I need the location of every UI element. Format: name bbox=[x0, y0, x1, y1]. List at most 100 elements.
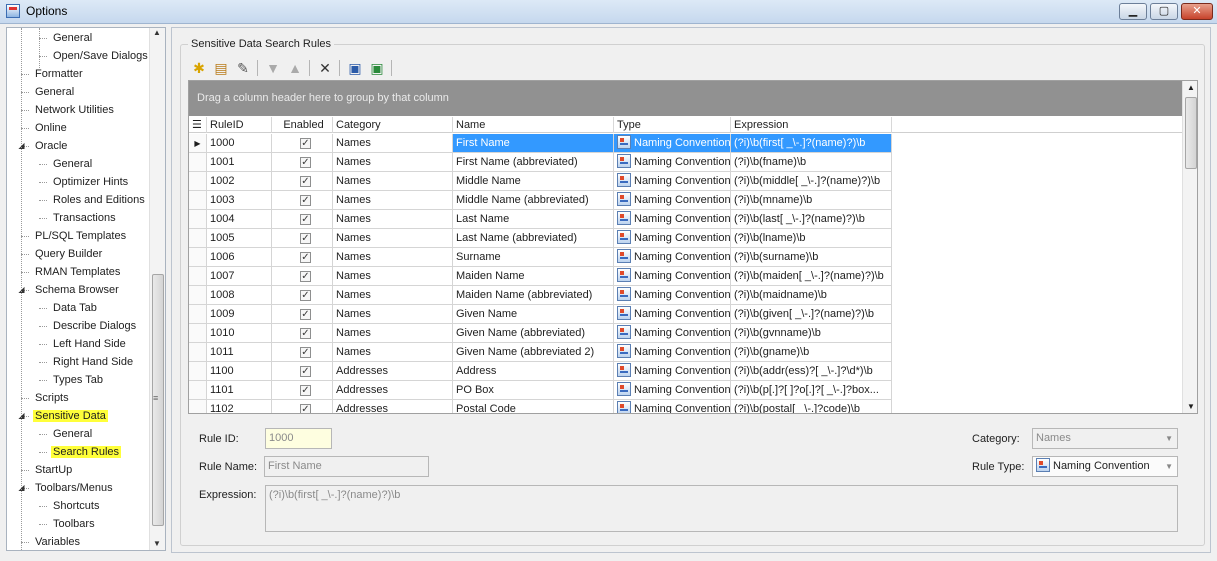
cell-enabled[interactable]: ✓ bbox=[272, 267, 333, 286]
cell-enabled[interactable]: ✓ bbox=[272, 324, 333, 343]
cell-enabled[interactable]: ✓ bbox=[272, 210, 333, 229]
enabled-checkbox[interactable]: ✓ bbox=[300, 176, 311, 187]
cell-enabled[interactable]: ✓ bbox=[272, 381, 333, 400]
close-button[interactable]: ✕ bbox=[1181, 3, 1213, 20]
row-indicator[interactable] bbox=[189, 153, 207, 172]
table-row[interactable]: 1010 ✓ Names Given Name (abbreviated) Naming… bbox=[189, 324, 892, 343]
chevron-down-icon[interactable]: ▼ bbox=[1165, 429, 1173, 448]
move-up-icon[interactable]: ▲ bbox=[285, 58, 305, 78]
table-row[interactable]: 1101 ✓ Addresses PO Box Naming Convention (?i… bbox=[189, 381, 892, 400]
enabled-checkbox[interactable]: ✓ bbox=[300, 366, 311, 377]
enabled-checkbox[interactable]: ✓ bbox=[300, 195, 311, 206]
tree-item[interactable]: Search Rules bbox=[51, 443, 122, 461]
tree-item[interactable]: Roles and Editions bbox=[51, 191, 147, 209]
tree-item[interactable]: Oracle bbox=[33, 137, 69, 155]
row-indicator[interactable]: ▶ bbox=[189, 134, 207, 153]
tree-scrollbar[interactable]: ▲ ≡ ▼ bbox=[149, 28, 165, 550]
tree-item[interactable]: Transactions bbox=[51, 209, 118, 227]
row-indicator[interactable] bbox=[189, 343, 207, 362]
rule-id-field[interactable]: 1000 bbox=[265, 428, 332, 449]
enabled-checkbox[interactable]: ✓ bbox=[300, 233, 311, 244]
cell-enabled[interactable]: ✓ bbox=[272, 343, 333, 362]
delete-rule-icon[interactable]: ✕ bbox=[315, 58, 335, 78]
paste-rule-icon[interactable]: ▤ bbox=[211, 58, 231, 78]
tree-item[interactable]: Right Hand Side bbox=[51, 353, 135, 371]
tree-item[interactable]: Optimizer Hints bbox=[51, 173, 130, 191]
enabled-checkbox[interactable]: ✓ bbox=[300, 309, 311, 320]
rule-name-field[interactable]: First Name bbox=[264, 456, 429, 477]
category-select[interactable]: Names ▼ bbox=[1032, 428, 1178, 449]
expression-field[interactable]: (?i)\b(first[ _\-.]?(name)?)\b bbox=[265, 485, 1178, 532]
tree-item[interactable]: General bbox=[51, 425, 94, 443]
enabled-checkbox[interactable]: ✓ bbox=[300, 157, 311, 168]
grid-scroll-thumb[interactable] bbox=[1185, 97, 1197, 169]
row-indicator[interactable] bbox=[189, 400, 207, 413]
tree-item[interactable]: General bbox=[51, 29, 94, 47]
table-row[interactable]: 1100 ✓ Addresses Address Naming Convention (?… bbox=[189, 362, 892, 381]
cell-enabled[interactable]: ✓ bbox=[272, 286, 333, 305]
scroll-down-icon[interactable]: ▼ bbox=[1187, 402, 1195, 411]
enabled-checkbox[interactable]: ✓ bbox=[300, 271, 311, 282]
cell-enabled[interactable]: ✓ bbox=[272, 172, 333, 191]
table-row[interactable]: 1008 ✓ Names Maiden Name (abbreviated) Namin… bbox=[189, 286, 892, 305]
cell-enabled[interactable]: ✓ bbox=[272, 191, 333, 210]
row-indicator[interactable] bbox=[189, 305, 207, 324]
scroll-up-icon[interactable]: ▲ bbox=[1187, 83, 1195, 92]
tree-item[interactable]: StartUp bbox=[33, 461, 74, 479]
table-row[interactable]: 1006 ✓ Names Surname Naming Convention (?i)\b… bbox=[189, 248, 892, 267]
enabled-checkbox[interactable]: ✓ bbox=[300, 328, 311, 339]
tree-item[interactable]: Toolbars/Menus bbox=[33, 479, 115, 497]
enabled-checkbox[interactable]: ✓ bbox=[300, 214, 311, 225]
table-row[interactable]: ▶ 1000 ✓ Names First Name Naming Convention (?… bbox=[189, 134, 892, 153]
group-by-area[interactable]: Drag a column header here to group by th… bbox=[189, 81, 1182, 116]
export-icon[interactable]: ▣ bbox=[367, 58, 387, 78]
chevron-down-icon[interactable]: ▼ bbox=[1165, 457, 1173, 476]
cell-enabled[interactable]: ✓ bbox=[272, 362, 333, 381]
tree-item[interactable]: General bbox=[33, 83, 76, 101]
column-header-type[interactable]: Type bbox=[614, 117, 731, 133]
tree-item[interactable]: Data Tab bbox=[51, 299, 99, 317]
tree-item[interactable]: Toolbars bbox=[51, 515, 97, 533]
row-indicator[interactable] bbox=[189, 172, 207, 191]
column-header-expression[interactable]: Expression bbox=[731, 117, 892, 133]
table-row[interactable]: 1009 ✓ Names Given Name Naming Convention (?i… bbox=[189, 305, 892, 324]
enabled-checkbox[interactable]: ✓ bbox=[300, 385, 311, 396]
tree-item[interactable]: Describe Dialogs bbox=[51, 317, 138, 335]
row-indicator[interactable] bbox=[189, 324, 207, 343]
tree-item[interactable]: Formatter bbox=[33, 65, 85, 83]
scroll-up-icon[interactable]: ▲ bbox=[153, 28, 161, 37]
cell-enabled[interactable]: ✓ bbox=[272, 305, 333, 324]
table-row[interactable]: 1011 ✓ Names Given Name (abbreviated 2) Nami… bbox=[189, 343, 892, 362]
cell-enabled[interactable]: ✓ bbox=[272, 248, 333, 267]
cell-enabled[interactable]: ✓ bbox=[272, 229, 333, 248]
table-row[interactable]: 1005 ✓ Names Last Name (abbreviated) Naming … bbox=[189, 229, 892, 248]
tree-item[interactable]: General bbox=[51, 155, 94, 173]
tree-item[interactable]: Schema Browser bbox=[33, 281, 121, 299]
import-icon[interactable]: ▣ bbox=[345, 58, 365, 78]
new-rule-icon[interactable]: ✱ bbox=[189, 58, 209, 78]
tree-item[interactable]: Shortcuts bbox=[51, 497, 101, 515]
tree-item[interactable]: Sensitive Data bbox=[33, 407, 108, 425]
tree-item[interactable]: Left Hand Side bbox=[51, 335, 128, 353]
edit-rule-icon[interactable]: ✎ bbox=[233, 58, 253, 78]
tree-item[interactable]: Online bbox=[33, 119, 69, 137]
tree-item[interactable]: Network Utilities bbox=[33, 101, 116, 119]
table-row[interactable]: 1001 ✓ Names First Name (abbreviated) Naming… bbox=[189, 153, 892, 172]
column-header-enabled[interactable]: Enabled bbox=[272, 117, 333, 133]
row-indicator[interactable] bbox=[189, 362, 207, 381]
cell-enabled[interactable]: ✓ bbox=[272, 153, 333, 172]
grid-scrollbar[interactable]: ▲ ▼ bbox=[1182, 81, 1197, 413]
maximize-button[interactable]: ▢ bbox=[1150, 3, 1178, 20]
tree-item[interactable]: PL/SQL Templates bbox=[33, 227, 128, 245]
tree-item[interactable]: Scripts bbox=[33, 389, 71, 407]
rules-grid[interactable]: Drag a column header here to group by th… bbox=[188, 80, 1198, 414]
column-header-category[interactable]: Category bbox=[333, 117, 453, 133]
enabled-checkbox[interactable]: ✓ bbox=[300, 290, 311, 301]
column-header-ruleid[interactable]: RuleID bbox=[207, 117, 272, 133]
table-row[interactable]: 1102 ✓ Addresses Postal Code Naming Conventi… bbox=[189, 400, 892, 413]
move-down-icon[interactable]: ▼ bbox=[263, 58, 283, 78]
enabled-checkbox[interactable]: ✓ bbox=[300, 138, 311, 149]
tree-item[interactable]: RMAN Templates bbox=[33, 263, 122, 281]
options-tree[interactable]: ▲ ≡ ▼ General Open/Save Dialogs Formatter G… bbox=[6, 27, 166, 551]
minimize-button[interactable]: ▁ bbox=[1119, 3, 1147, 20]
